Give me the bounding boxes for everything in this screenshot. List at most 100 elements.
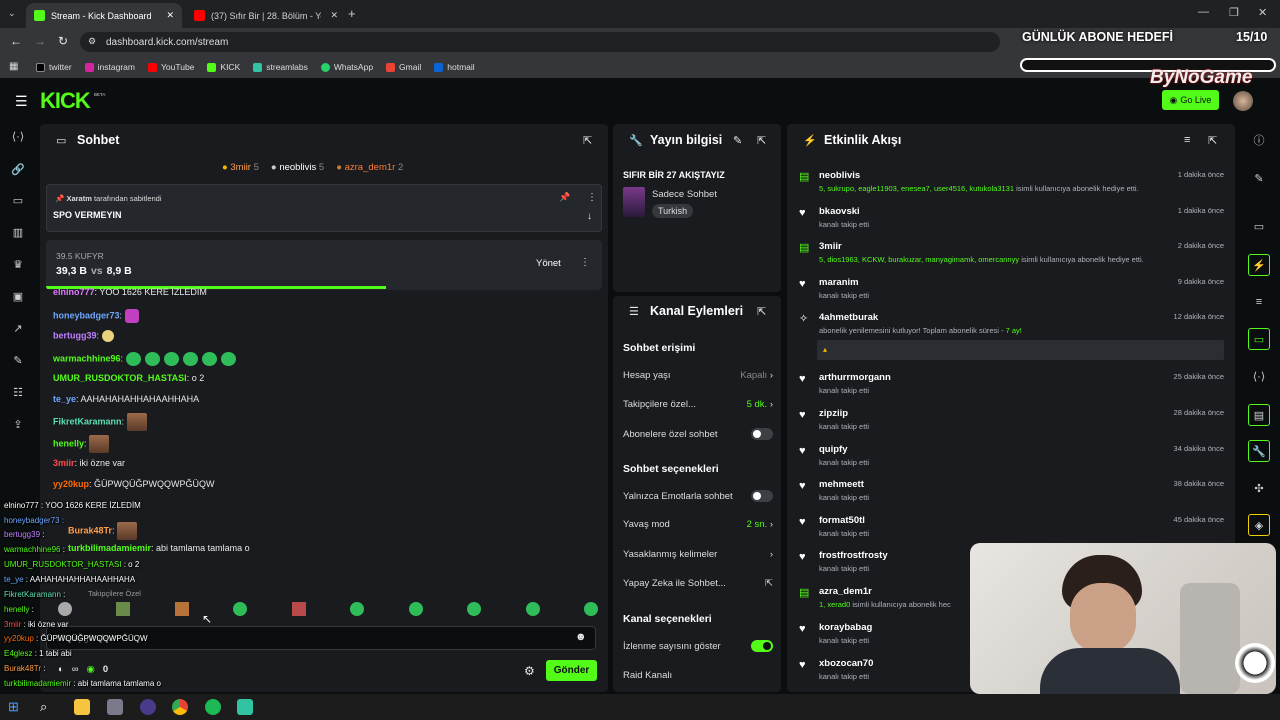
- event-user[interactable]: 4ahmetburak: [819, 312, 878, 323]
- emote-icon[interactable]: [583, 602, 598, 616]
- display-icon[interactable]: ▭: [1252, 220, 1266, 234]
- followers-only-setting[interactable]: Takipçilere özel... 5 dk. ›: [623, 399, 773, 410]
- tools-icon[interactable]: ✎: [11, 354, 25, 368]
- emotes-only-toggle[interactable]: [751, 490, 773, 502]
- chat-username[interactable]: FikretKaramann: [53, 416, 122, 426]
- popout-activity-icon[interactable]: ⇱: [1208, 134, 1217, 147]
- emote-icon[interactable]: [291, 602, 306, 616]
- stream-category[interactable]: Sadece Sohbet: [652, 189, 717, 200]
- broadcast-icon[interactable]: ⟨·⟩: [1252, 370, 1266, 384]
- search-icon[interactable]: ⌕: [40, 699, 56, 715]
- emote-icon[interactable]: [467, 602, 482, 616]
- chat-username[interactable]: warmachhine96: [53, 353, 121, 363]
- obs-icon[interactable]: [140, 699, 156, 715]
- spotify-icon[interactable]: [205, 699, 221, 715]
- event-user[interactable]: quipfy: [819, 444, 848, 455]
- reload-icon[interactable]: ↻: [58, 34, 68, 48]
- chat-username[interactable]: te_ye: [53, 394, 76, 404]
- site-info-icon[interactable]: ⚙: [88, 36, 96, 47]
- chat-username[interactable]: Burak48Tr: [68, 525, 112, 535]
- community-icon[interactable]: ☷: [11, 386, 25, 400]
- new-tab-icon[interactable]: +: [348, 6, 356, 21]
- apps-icon[interactable]: ▦: [9, 61, 18, 72]
- bookmark-whatsapp[interactable]: WhatsApp: [320, 62, 373, 72]
- pause-icon[interactable]: ◐: [58, 664, 64, 675]
- forward-icon[interactable]: →: [34, 34, 46, 48]
- poll-more-icon[interactable]: ⋮: [580, 257, 590, 268]
- event-user[interactable]: format50tl: [819, 515, 865, 526]
- tab-list-icon[interactable]: ⌄: [8, 8, 16, 19]
- event-user[interactable]: maranim: [819, 277, 859, 288]
- ai-moderation-setting[interactable]: Yapay Zeka ile Sohbet... ⇱: [623, 578, 773, 589]
- bookmark-kick[interactable]: KICK: [207, 62, 240, 72]
- popout-chat-icon[interactable]: ⇱: [583, 134, 592, 147]
- upload-icon[interactable]: ⇪: [11, 418, 25, 432]
- avatar[interactable]: [1233, 91, 1253, 111]
- send-button[interactable]: Gönder: [546, 660, 597, 681]
- bookmark-gmail[interactable]: Gmail: [386, 62, 421, 72]
- streamlabs-icon[interactable]: [237, 699, 253, 715]
- event-user[interactable]: mehmeett: [819, 479, 864, 490]
- list-icon[interactable]: ≡: [1252, 295, 1266, 309]
- app-icon[interactable]: [107, 699, 123, 715]
- emote-icon[interactable]: [350, 602, 365, 616]
- kick-logo[interactable]: KICK: [40, 88, 91, 114]
- event-user[interactable]: azra_dem1r: [819, 586, 872, 597]
- popout-stream-info-icon[interactable]: ⇱: [757, 134, 766, 147]
- close-window-icon[interactable]: ✕: [1258, 6, 1267, 19]
- event-user[interactable]: arthurrmorgann: [819, 372, 891, 383]
- go-live-button[interactable]: ◉ Go Live: [1162, 90, 1219, 110]
- event-user[interactable]: bkaovski: [819, 206, 860, 217]
- emote-icon[interactable]: [174, 602, 189, 616]
- more-options-icon[interactable]: ⋮: [587, 192, 597, 203]
- infinity-icon[interactable]: ∞: [72, 664, 79, 675]
- chat-username[interactable]: honeybadger73: [53, 310, 120, 320]
- emote-icon[interactable]: [408, 602, 423, 616]
- poll-manage-button[interactable]: Yönet: [536, 258, 561, 269]
- event-user[interactable]: neoblivis: [819, 170, 860, 181]
- account-age-setting[interactable]: Hesap yaşı Kapalı ›: [623, 370, 773, 381]
- banned-words-setting[interactable]: Yasaklanmış kelimeler ›: [623, 549, 773, 560]
- popout-actions-icon[interactable]: ⇱: [757, 305, 766, 318]
- event-user[interactable]: 3miir: [819, 241, 842, 252]
- pen-icon[interactable]: ✎: [1252, 172, 1266, 186]
- close-tab-icon[interactable]: ✕: [330, 10, 338, 21]
- chat-username[interactable]: 3miir: [53, 458, 75, 468]
- stream-icon[interactable]: ⟨·⟩: [11, 130, 25, 144]
- menu-icon[interactable]: ☰: [15, 93, 28, 110]
- trophy-icon[interactable]: ♛: [11, 258, 25, 272]
- emote-icon[interactable]: [116, 602, 131, 616]
- analytics-icon[interactable]: ↗: [11, 322, 25, 336]
- tag-icon[interactable]: ◈: [1248, 514, 1270, 536]
- video-icon[interactable]: ▣: [11, 290, 25, 304]
- info-icon[interactable]: ⓘ: [1252, 134, 1266, 148]
- tab-kick-dashboard[interactable]: Stream - Kick Dashboard ✕: [26, 3, 182, 28]
- event-user[interactable]: frostfrostfrosty: [819, 550, 888, 561]
- bookmark-instagram[interactable]: instagram: [84, 62, 135, 72]
- slow-mode-setting[interactable]: Yavaş mod 2 sn. ›: [623, 519, 773, 530]
- viewer-count-toggle[interactable]: [751, 640, 773, 652]
- chrome-icon[interactable]: [172, 699, 188, 715]
- puzzle-icon[interactable]: ✣: [1252, 482, 1266, 496]
- address-bar[interactable]: ⚙ dashboard.kick.com/stream: [80, 32, 1000, 52]
- lightning-icon[interactable]: ⚡: [1248, 254, 1270, 276]
- bookmark-youtube[interactable]: YouTube: [148, 62, 194, 72]
- language-tag[interactable]: Turkish: [652, 204, 694, 218]
- chart-icon[interactable]: ▥: [11, 226, 25, 240]
- window-icon[interactable]: ▭: [11, 194, 25, 208]
- filter-icon[interactable]: ≡: [1184, 134, 1190, 146]
- restore-icon[interactable]: ❐: [1229, 6, 1239, 19]
- link-icon[interactable]: 🔗: [11, 163, 25, 177]
- event-user[interactable]: zipziip: [819, 408, 848, 419]
- back-icon[interactable]: ←: [10, 34, 22, 48]
- bookmark-hotmail[interactable]: hotmail: [434, 62, 475, 72]
- emote-icon[interactable]: [525, 602, 540, 616]
- emote-icon[interactable]: [58, 602, 72, 616]
- chat-username[interactable]: UMUR_RUSDOKTOR_HASTASI: [53, 373, 187, 383]
- collapse-arrow-icon[interactable]: ↓: [587, 211, 592, 222]
- chat-username[interactable]: elnino777: [53, 287, 95, 297]
- emoji-picker-icon[interactable]: ☻: [575, 631, 587, 643]
- layout-icon[interactable]: ▤: [1248, 404, 1270, 426]
- chat-username[interactable]: yy20kup: [53, 479, 89, 489]
- emote-icon[interactable]: [233, 602, 248, 616]
